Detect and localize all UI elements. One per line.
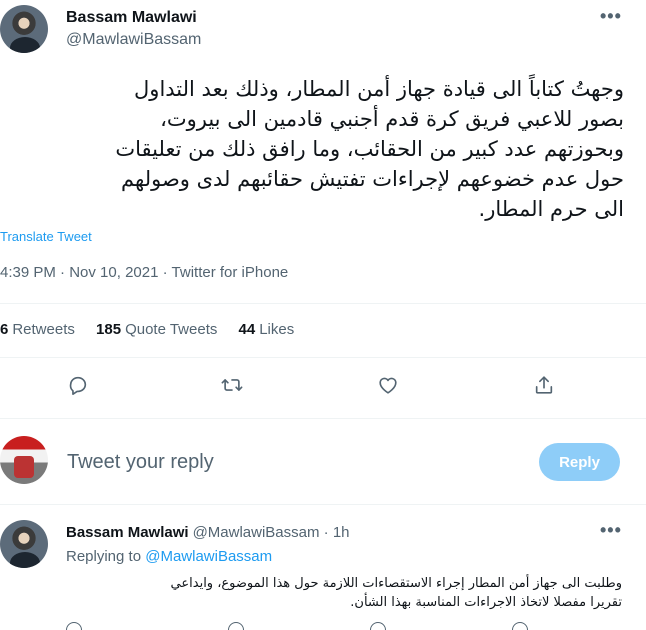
share-icon[interactable] [512,622,528,630]
reply-text-line: وطلبت الى جهاز أمن المطار إجراء الاستقصا… [170,576,622,591]
divider [0,504,646,505]
tweet-text-line: وجهتُ كتاباً الى قيادة جهاز أمن المطار، … [134,77,624,101]
reply-input[interactable]: Tweet your reply [67,451,214,474]
likes-label: Likes [259,321,295,338]
likes-count: 44 [238,321,256,338]
retweets-count: 6 [0,321,9,338]
tweet-date[interactable]: Nov 10, 2021 [69,264,158,281]
author-handle[interactable]: @MawlawiBassam [66,31,201,49]
quote-tweets-label: Quote Tweets [125,321,218,338]
reply-icon[interactable] [65,372,91,398]
replying-to-label: Replying to [66,548,142,565]
more-horizontal-icon[interactable]: ••• [600,6,622,27]
meta-separator: · [60,264,66,281]
tweet-time[interactable]: 4:39 PM [0,264,56,281]
reply-button[interactable]: Reply [539,443,620,481]
reply-icon[interactable] [66,622,82,630]
avatar[interactable] [0,436,48,484]
meta-separator: · [323,524,329,541]
tweet-text-line: وبحوزتهم عدد كبير من الحقائب، وما رافق ذ… [115,137,624,161]
translate-tweet-link[interactable]: Translate Tweet [0,229,92,244]
divider [0,357,646,358]
tweet-source[interactable]: Twitter for iPhone [172,264,289,281]
reply-composer: Tweet your reply Reply [0,430,646,490]
tweet-text-line: حول عدم خضوعهم لإجراءات تفتيش حقائبهم لد… [121,167,624,191]
reply-header: Bassam Mawlawi @MawlawiBassam · 1h [66,524,350,541]
reply-time[interactable]: 1h [333,524,350,541]
divider [0,303,646,304]
divider [0,418,646,419]
reply-text-line: تقريرا مفصلا لاتخاذ الاجراءات المناسبة ب… [350,595,622,610]
retweet-icon[interactable] [219,372,245,398]
reply-text: وطلبت الى جهاز أمن المطار إجراء الاستقصا… [66,574,622,612]
replying-to: Replying to @MawlawiBassam [66,548,272,565]
reply-author-handle[interactable]: @MawlawiBassam [193,524,320,541]
replying-to-mention[interactable]: @MawlawiBassam [145,548,272,565]
likes-stat[interactable]: 44 Likes [239,321,295,338]
quote-tweets-count: 185 [96,321,122,338]
retweets-label: Retweets [12,321,75,338]
tweet-text-line: الى حرم المطار. [478,197,624,221]
reply-tweet[interactable]: Bassam Mawlawi @MawlawiBassam · 1h ••• Re… [0,518,646,630]
avatar[interactable] [0,5,48,53]
tweet-text-line: بصور للاعبي فريق كرة قدم أجنبي قادمين ال… [160,107,624,131]
retweets-stat[interactable]: 6 Retweets [0,321,75,338]
tweet-text: وجهتُ كتاباً الى قيادة جهاز أمن المطار، … [0,74,624,224]
reply-author-name[interactable]: Bassam Mawlawi [66,524,189,541]
author-name[interactable]: Bassam Mawlawi [66,9,197,27]
action-bar [0,372,646,402]
meta-separator: · [162,264,168,281]
quote-tweets-stat[interactable]: 185 Quote Tweets [96,321,217,338]
like-icon[interactable] [370,622,386,630]
tweet-header: Bassam Mawlawi @MawlawiBassam ••• [0,0,646,60]
retweet-icon[interactable] [228,622,244,630]
share-icon[interactable] [531,372,557,398]
reply-action-bar [0,622,646,630]
tweet-stats: 6 Retweets 185 Quote Tweets 44 Likes [0,321,311,338]
like-icon[interactable] [375,372,401,398]
tweet-metadata: 4:39 PM · Nov 10, 2021 · Twitter for iPh… [0,264,288,281]
more-horizontal-icon[interactable]: ••• [600,520,622,541]
avatar[interactable] [0,520,48,568]
